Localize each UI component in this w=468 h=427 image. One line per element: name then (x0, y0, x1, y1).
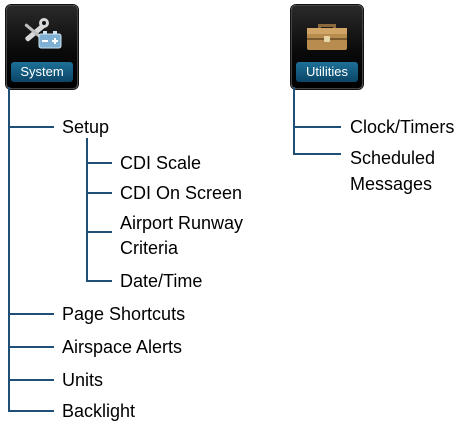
scheduled-label: Scheduled (350, 148, 436, 168)
system-button[interactable]: System (6, 5, 78, 89)
system-trunk-line (8, 87, 10, 411)
utilities-trunk-line (293, 87, 295, 155)
setup-label: Setup (62, 117, 110, 137)
criteria-label: Criteria (120, 238, 179, 258)
system-button-label: System (11, 62, 73, 82)
setup-trunk-line (86, 138, 88, 282)
tools-battery-icon (24, 18, 62, 49)
toolbox-icon (307, 24, 347, 50)
utilities-button-label: Utilities (296, 62, 358, 82)
airspace-alerts-branch-line (8, 346, 54, 348)
cdi-on-screen-branch-line (86, 192, 112, 194)
clock-timers-branch-line (293, 126, 341, 128)
utilities-button[interactable]: Utilities (291, 5, 363, 89)
setup-branch-line (8, 126, 54, 128)
cdi-on-screen-label: CDI On Screen (120, 183, 243, 203)
units-label: Units (62, 370, 104, 390)
cdi-scale-label: CDI Scale (120, 153, 202, 173)
airport-runway-branch-line (86, 231, 112, 233)
airport-runway-label: Airport Runway (120, 213, 244, 233)
date-time-label: Date/Time (120, 271, 203, 291)
cdi-scale-branch-line (86, 162, 112, 164)
airspace-alerts-label: Airspace Alerts (62, 337, 183, 357)
clock-timers-label: Clock/Timers (350, 117, 455, 137)
messages-label: Messages (350, 174, 433, 194)
date-time-branch-line (86, 280, 112, 282)
backlight-label: Backlight (62, 401, 136, 421)
units-branch-line (8, 379, 54, 381)
backlight-branch-line (8, 410, 54, 412)
scheduled-messages-branch-line (293, 153, 341, 155)
page-shortcuts-label: Page Shortcuts (62, 304, 186, 324)
page-shortcuts-branch-line (8, 313, 54, 315)
